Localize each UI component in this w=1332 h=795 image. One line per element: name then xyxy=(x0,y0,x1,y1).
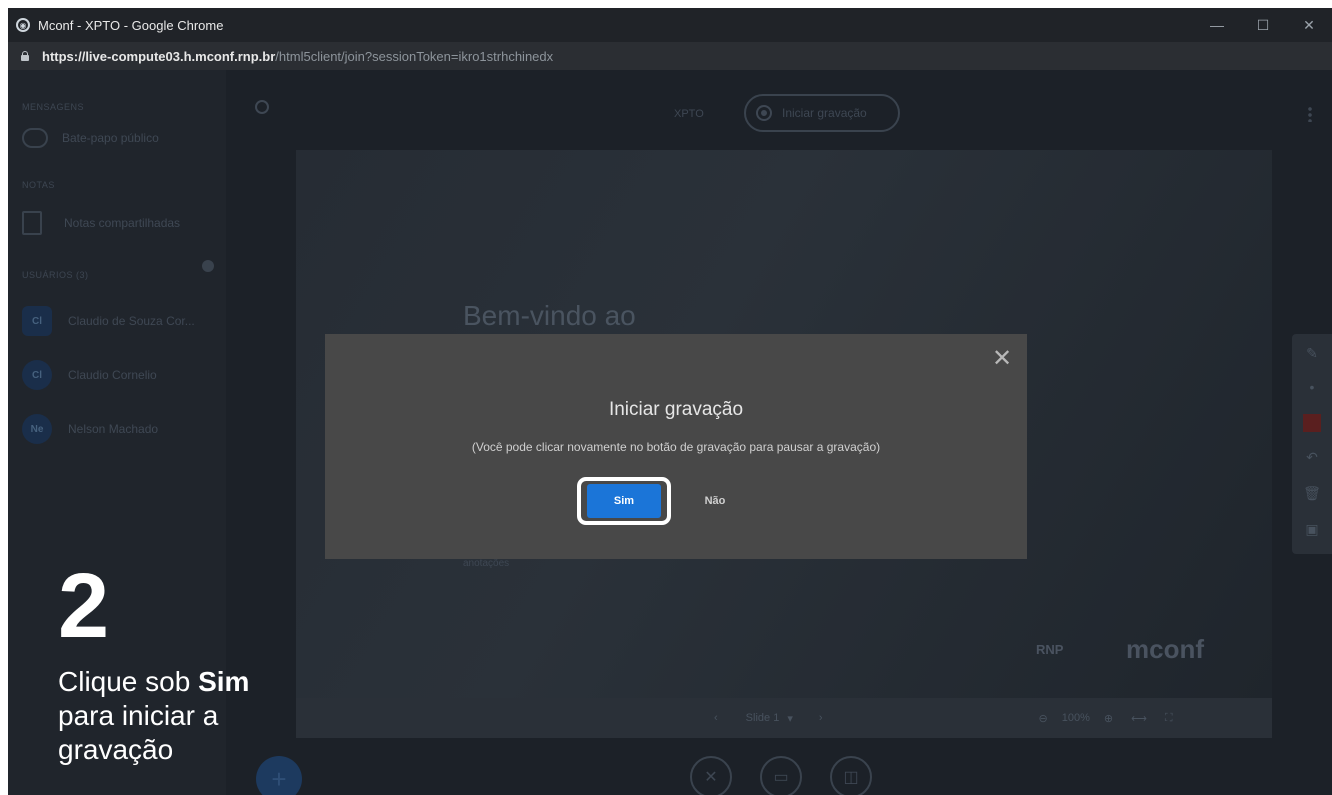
trash-icon[interactable]: 🗑 xyxy=(1303,484,1321,502)
prev-slide-icon[interactable]: ‹ xyxy=(714,712,718,724)
slide-title: Bem-vindo ao xyxy=(463,300,636,331)
window-controls: — ☐ ✕ xyxy=(1194,8,1332,42)
slide-annotation: anotações xyxy=(463,558,510,569)
zoom-level: 100% xyxy=(1061,712,1090,724)
user-list-item[interactable]: Ne Nelson Machado xyxy=(22,414,158,444)
mconf-app-icon: ◉ xyxy=(16,18,30,32)
modal-title: Iniciar gravação xyxy=(608,399,744,420)
avatar: Cl xyxy=(22,360,52,390)
minimize-icon[interactable]: — xyxy=(1194,8,1240,42)
record-icon xyxy=(756,105,772,121)
record-label: Iniciar gravação xyxy=(782,106,867,120)
mic-off-icon[interactable]: ✕ xyxy=(690,756,732,795)
close-window-icon[interactable]: ✕ xyxy=(1286,8,1332,42)
rnp-logo: RNP xyxy=(1036,642,1064,657)
thickness-icon[interactable]: • xyxy=(1303,378,1321,396)
undo-icon[interactable]: ↶ xyxy=(1303,448,1321,466)
avatar: Ne xyxy=(22,414,52,444)
notes-header: NOTAS xyxy=(22,180,55,190)
more-options-icon[interactable] xyxy=(1308,106,1312,122)
user-name: Claudio de Souza Cor... xyxy=(68,314,195,328)
address-bar[interactable]: https://live-compute03.h.mconf.rnp.br/ht… xyxy=(8,42,1332,70)
slide-navigation: ‹ Slide 1 ▾ › ⊖ 100% ⊕ ⟷ ⛶ xyxy=(296,698,1272,738)
window-title: Mconf - XPTO - Google Chrome xyxy=(38,17,224,33)
public-chat-label: Bate-papo público xyxy=(62,131,159,145)
start-recording-modal: ✕ Iniciar gravação (Você pode clicar nov… xyxy=(325,334,1027,559)
multi-user-icon[interactable]: ▣ xyxy=(1303,520,1321,538)
next-slide-icon[interactable]: › xyxy=(819,712,823,724)
user-list-item[interactable]: Cl Claudio de Souza Cor... xyxy=(22,306,195,336)
public-chat-item[interactable]: Bate-papo público xyxy=(22,122,159,154)
whiteboard-toolbar: ✎ • ↶ 🗑 ▣ xyxy=(1292,334,1332,554)
user-name: Claudio Cornelio xyxy=(68,368,157,382)
notes-icon xyxy=(22,211,42,235)
zoom-in-icon[interactable]: ⊕ xyxy=(1104,712,1113,725)
messages-header: MENSAGENS xyxy=(22,102,85,112)
shared-notes-item[interactable]: Notas compartilhadas xyxy=(22,206,180,240)
avatar: Cl xyxy=(22,306,52,336)
camera-icon[interactable]: ▭ xyxy=(760,756,802,795)
meeting-name: XPTO xyxy=(674,108,704,120)
step-suffix: para iniciar a gravação xyxy=(58,700,219,765)
user-list-item[interactable]: Cl Claudio Cornelio xyxy=(22,360,157,390)
url-path: /html5client/join?sessionToken=ikro1strh… xyxy=(275,48,554,64)
user-icon[interactable] xyxy=(255,100,269,114)
app-content: MENSAGENS Bate-papo público NOTAS Notas … xyxy=(8,70,1332,795)
lock-icon xyxy=(20,51,30,61)
chevron-down-icon: ▾ xyxy=(787,712,793,725)
user-name: Nelson Machado xyxy=(68,422,159,436)
zoom-out-icon[interactable]: ⊖ xyxy=(1039,712,1048,725)
close-icon[interactable]: ✕ xyxy=(991,347,1013,371)
step-prefix: Clique sob xyxy=(58,666,199,697)
fit-width-icon[interactable]: ⟷ xyxy=(1131,712,1147,725)
cancel-button[interactable]: Não xyxy=(693,484,737,518)
chat-icon xyxy=(22,128,48,148)
title-bar: ◉ Mconf - XPTO - Google Chrome — ☐ ✕ xyxy=(8,8,1332,42)
record-button[interactable]: Iniciar gravação xyxy=(744,94,900,132)
pencil-icon[interactable]: ✎ xyxy=(1303,344,1321,362)
plus-button[interactable]: + xyxy=(256,756,302,795)
step-instruction: Clique sob Sim para iniciar a gravação xyxy=(58,665,258,767)
browser-window: ◉ Mconf - XPTO - Google Chrome — ☐ ✕ htt… xyxy=(8,8,1332,795)
modal-description: (Você pode clicar novamente no botão de … xyxy=(471,440,881,454)
step-number: 2 xyxy=(58,555,110,657)
gear-icon[interactable] xyxy=(202,260,214,272)
fullscreen-icon[interactable]: ⛶ xyxy=(1165,712,1173,725)
screen-share-icon[interactable]: ◫ xyxy=(830,756,872,795)
mconf-logo: mconf xyxy=(1126,634,1204,664)
shared-notes-label: Notas compartilhadas xyxy=(64,216,181,230)
url-host: https://live-compute03.h.mconf.rnp.br xyxy=(42,48,276,64)
maximize-icon[interactable]: ☐ xyxy=(1240,8,1286,42)
users-header: USUÁRIOS (3) xyxy=(22,270,89,280)
step-bold: Sim xyxy=(198,666,250,697)
color-icon[interactable] xyxy=(1303,414,1321,432)
slide-select[interactable]: Slide 1 xyxy=(746,712,780,724)
confirm-button[interactable]: Sim xyxy=(587,484,661,518)
